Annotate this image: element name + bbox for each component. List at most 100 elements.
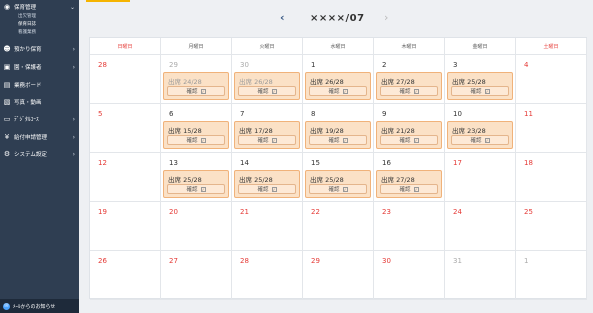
day-number: 28	[240, 257, 249, 265]
calendar-day-cell[interactable]: 17	[445, 153, 516, 202]
confirm-label: 確認	[186, 89, 198, 95]
confirm-button[interactable]: 確認 ✓	[238, 135, 296, 145]
confirm-button[interactable]: 確認 ✓	[167, 135, 225, 145]
confirm-button[interactable]: 確認 ✓	[167, 184, 225, 194]
day-number: 29	[311, 257, 320, 265]
confirm-label: 確認	[399, 89, 411, 95]
day-number: 3	[453, 61, 458, 69]
confirm-label: 確認	[257, 138, 269, 144]
calendar-day-cell[interactable]: 20	[161, 202, 232, 251]
calendar-day-cell[interactable]: 1	[516, 251, 587, 300]
confirm-button[interactable]: 確認 ✓	[309, 184, 367, 194]
calendar-day-cell[interactable]: 13 出席 25/28 確認 ✓	[161, 153, 232, 202]
confirm-button[interactable]: 確認 ✓	[451, 86, 509, 96]
day-number: 13	[169, 159, 178, 167]
attendance-card[interactable]: 出席 26/28 確認 ✓	[234, 72, 300, 100]
calendar-day-cell[interactable]: 1 出席 26/28 確認 ✓	[303, 55, 374, 104]
calendar-day-cell[interactable]: 25	[516, 202, 587, 251]
calendar-day-cell[interactable]: 22	[303, 202, 374, 251]
calendar-day-cell[interactable]: 28	[90, 55, 161, 104]
sidebar-item-photos[interactable]: ▧ 写真・動画	[0, 96, 79, 108]
attendance-card[interactable]: 出席 25/28 確認 ✓	[447, 72, 513, 100]
sidebar-item-board[interactable]: ▤ 業務ボード	[0, 79, 79, 91]
chevron-right-icon: ›	[72, 133, 75, 141]
weekday-header: 日曜日	[90, 38, 161, 55]
day-number: 29	[169, 61, 178, 69]
sidebar-item-azukari[interactable]: ☻ 預かり保育 ›	[0, 43, 79, 55]
sidebar-subitem-attendance[interactable]: 出欠管理	[18, 13, 36, 19]
attendance-card[interactable]: 出席 23/28 確認 ✓	[447, 121, 513, 149]
attendance-card[interactable]: 出席 24/28 確認 ✓	[163, 72, 229, 100]
calendar-day-cell[interactable]: 4	[516, 55, 587, 104]
calendar-day-cell[interactable]: 24	[445, 202, 516, 251]
confirm-button[interactable]: 確認 ✓	[309, 135, 367, 145]
calendar-day-cell[interactable]: 8 出席 19/28 確認 ✓	[303, 104, 374, 153]
chevron-down-icon: ⌄	[69, 3, 75, 11]
sidebar-item-hoiku-kanri[interactable]: ◉ 保育管理 ⌄	[0, 2, 79, 12]
calendar-day-cell[interactable]: 21	[232, 202, 303, 251]
attendance-card[interactable]: 出席 26/28 確認 ✓	[305, 72, 371, 100]
sidebar-footer-notice[interactable]: ✉ ﾒｰﾙからのお知らせ	[0, 299, 79, 313]
confirm-label: 確認	[470, 138, 482, 144]
day-number: 25	[524, 208, 533, 216]
day-number: 27	[169, 257, 178, 265]
attendance-card[interactable]: 出席 17/28 確認 ✓	[234, 121, 300, 149]
attendance-card[interactable]: 出席 15/28 確認 ✓	[163, 121, 229, 149]
prev-month-button[interactable]: ‹	[280, 11, 285, 24]
attendance-card[interactable]: 出席 25/28 確認 ✓	[234, 170, 300, 198]
confirm-button[interactable]: 確認 ✓	[238, 86, 296, 96]
calendar-day-cell[interactable]: 30	[374, 251, 445, 300]
attendance-card[interactable]: 出席 25/28 確認 ✓	[305, 170, 371, 198]
calendar-day-cell[interactable]: 11	[516, 104, 587, 153]
calendar-day-cell[interactable]: 18	[516, 153, 587, 202]
confirm-button[interactable]: 確認 ✓	[451, 135, 509, 145]
calendar-day-cell[interactable]: 23	[374, 202, 445, 251]
attendance-card[interactable]: 出席 27/28 確認 ✓	[376, 170, 442, 198]
calendar-day-cell[interactable]: 9 出席 21/28 確認 ✓	[374, 104, 445, 153]
sidebar-item-settings[interactable]: ⚙ システム設定 ›	[0, 148, 79, 160]
attendance-card[interactable]: 出席 25/28 確認 ✓	[163, 170, 229, 198]
calendar-day-cell[interactable]: 5	[90, 104, 161, 153]
calendar-day-cell[interactable]: 28	[232, 251, 303, 300]
sidebar-item-digital[interactable]: ▭ ﾃﾞｼﾞﾀﾙｺｰｽ ›	[0, 113, 79, 125]
calendar-day-cell[interactable]: 29 出席 24/28 確認 ✓	[161, 55, 232, 104]
checkbox-icon: ✓	[342, 88, 348, 94]
board-icon: ▤	[3, 81, 11, 89]
calendar-day-cell[interactable]: 7 出席 17/28 確認 ✓	[232, 104, 303, 153]
calendar-day-cell[interactable]: 30 出席 26/28 確認 ✓	[232, 55, 303, 104]
calendar-day-cell[interactable]: 19	[90, 202, 161, 251]
calendar-day-cell[interactable]: 10 出席 23/28 確認 ✓	[445, 104, 516, 153]
calendar-day-cell[interactable]: 27	[161, 251, 232, 300]
sidebar-subitem-nursing[interactable]: 看護業務	[18, 29, 36, 35]
sidebar-subitem-journal[interactable]: 保育日誌	[18, 21, 36, 27]
sidebar-item-guardians[interactable]: ▣ 園・保護者 ›	[0, 61, 79, 73]
sidebar-item-label: ﾃﾞｼﾞﾀﾙｺｰｽ	[14, 117, 39, 123]
calendar-day-cell[interactable]: 15 出席 25/28 確認 ✓	[303, 153, 374, 202]
calendar-day-cell[interactable]: 3 出席 25/28 確認 ✓	[445, 55, 516, 104]
weekday-header: 金曜日	[445, 38, 516, 55]
confirm-button[interactable]: 確認 ✓	[380, 86, 438, 96]
calendar-day-cell[interactable]: 2 出席 27/28 確認 ✓	[374, 55, 445, 104]
calendar-day-cell[interactable]: 26	[90, 251, 161, 300]
weekday-header: 土曜日	[516, 38, 587, 55]
calendar-day-cell[interactable]: 31	[445, 251, 516, 300]
calendar-day-cell[interactable]: 6 出席 15/28 確認 ✓	[161, 104, 232, 153]
calendar-day-cell[interactable]: 16 出席 27/28 確認 ✓	[374, 153, 445, 202]
attendance-card[interactable]: 出席 27/28 確認 ✓	[376, 72, 442, 100]
confirm-button[interactable]: 確認 ✓	[238, 184, 296, 194]
attendance-card[interactable]: 出席 19/28 確認 ✓	[305, 121, 371, 149]
next-month-button[interactable]: ›	[384, 11, 388, 24]
confirm-button[interactable]: 確認 ✓	[380, 135, 438, 145]
checkbox-icon: ✓	[342, 186, 348, 192]
calendar-day-cell[interactable]: 29	[303, 251, 374, 300]
confirm-button[interactable]: 確認 ✓	[380, 184, 438, 194]
calendar-day-cell[interactable]: 14 出席 25/28 確認 ✓	[232, 153, 303, 202]
sidebar-item-benefit[interactable]: ¥ 給付申請管理 ›	[0, 131, 79, 143]
calendar-day-cell[interactable]: 12	[90, 153, 161, 202]
attendance-card[interactable]: 出席 21/28 確認 ✓	[376, 121, 442, 149]
confirm-button[interactable]: 確認 ✓	[167, 86, 225, 96]
confirm-button[interactable]: 確認 ✓	[309, 86, 367, 96]
day-number: 7	[240, 110, 245, 118]
checkbox-icon: ✓	[200, 186, 206, 192]
person-icon: ◉	[3, 3, 11, 11]
